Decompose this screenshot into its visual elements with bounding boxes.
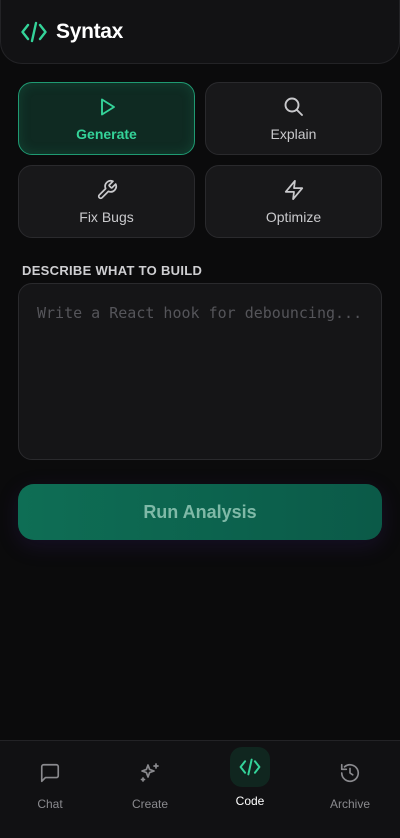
history-icon <box>337 760 363 786</box>
mode-label: Fix Bugs <box>79 208 134 225</box>
nav-item-code[interactable]: Code <box>200 741 300 838</box>
chat-icon <box>37 760 63 786</box>
nav-label: Create <box>131 797 169 811</box>
mode-fix-bugs[interactable]: Fix Bugs <box>18 165 195 238</box>
nav-item-archive[interactable]: Archive <box>300 741 400 838</box>
mode-generate[interactable]: Generate <box>18 82 195 155</box>
search-icon <box>283 96 305 118</box>
mode-selector: Generate Explain Fix Bugs Optimize <box>18 82 382 238</box>
wrench-icon <box>96 179 118 201</box>
app-title: Syntax <box>56 19 124 43</box>
run-analysis-button[interactable]: Run Analysis <box>18 484 382 540</box>
mode-label: Generate <box>76 125 137 142</box>
mode-optimize[interactable]: Optimize <box>205 165 382 238</box>
sparkles-icon <box>137 760 163 786</box>
nav-label: Archive <box>329 797 370 811</box>
nav-item-chat[interactable]: Chat <box>0 741 100 838</box>
lightning-icon <box>283 179 305 201</box>
prompt-input[interactable] <box>18 283 382 460</box>
play-icon <box>96 96 118 118</box>
app-header: Syntax <box>0 0 400 64</box>
nav-label: Code <box>235 794 265 808</box>
nav-item-create[interactable]: Create <box>100 741 200 838</box>
code-icon <box>230 747 270 787</box>
prompt-label: DESCRIBE WHAT TO BUILD <box>22 263 203 278</box>
code-logo-icon <box>21 19 47 45</box>
app-root: Syntax Generate Explain Fix Bugs Optimiz… <box>0 0 400 838</box>
mode-explain[interactable]: Explain <box>205 82 382 155</box>
bottom-nav: Chat Create Code Archive <box>0 740 400 838</box>
nav-label: Chat <box>37 797 63 811</box>
mode-label: Optimize <box>265 208 322 225</box>
mode-label: Explain <box>270 125 317 142</box>
